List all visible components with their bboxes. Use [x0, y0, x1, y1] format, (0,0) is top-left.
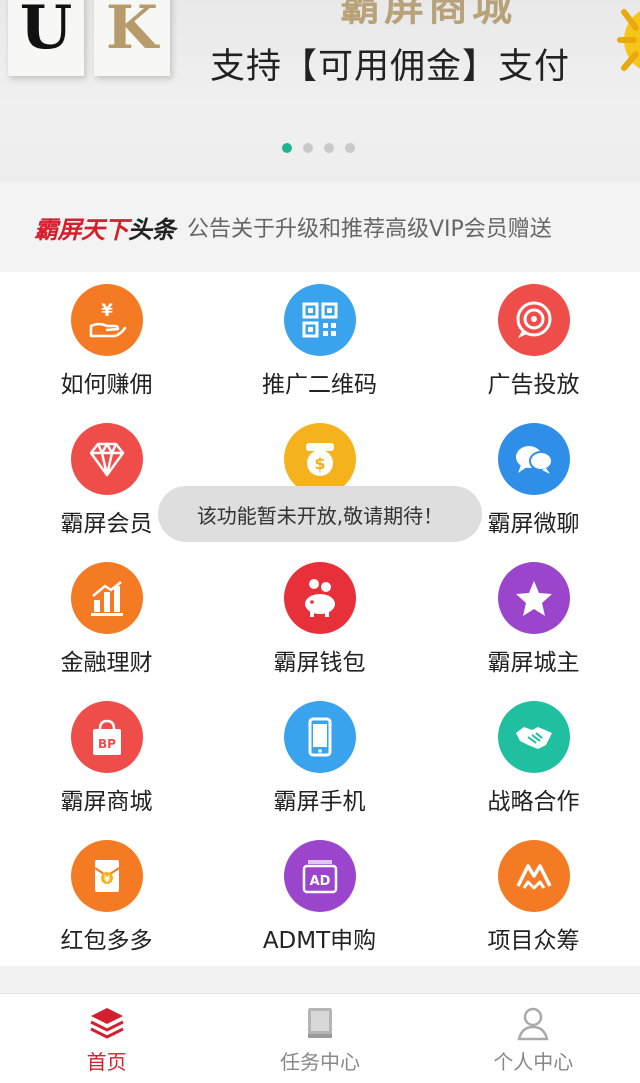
grid-item-label: 项目众筹 — [487, 928, 580, 954]
news-brand-black: 头条 — [128, 215, 176, 244]
handshake-icon — [498, 701, 570, 773]
svg-text:¥: ¥ — [101, 301, 113, 321]
bar-chart-icon — [71, 562, 143, 634]
grid-item-label: 金融理财 — [60, 650, 153, 676]
crowdfund-icon — [498, 840, 570, 912]
banner-tile-u: U — [8, 0, 84, 76]
grid-item-label: 战略合作 — [487, 789, 580, 815]
chat-bubbles-icon — [498, 423, 570, 495]
nav-profile-label: 个人中心 — [493, 1050, 574, 1074]
coin-icon: $ — [284, 423, 356, 495]
nav-home[interactable]: 首页 — [0, 994, 213, 1083]
grid-item-label: ADMT申购 — [262, 928, 377, 954]
promo-banner[interactable]: U K 霸屏商城 支持【可用佣金】支付 — [0, 0, 640, 182]
grid-item-label: 霸屏钱包 — [273, 650, 366, 676]
news-brand-logo: 霸屏天下头条 — [34, 210, 176, 245]
carousel-dot-3[interactable] — [324, 143, 334, 153]
book-icon — [307, 1008, 332, 1038]
nav-task-center-label: 任务中心 — [279, 1050, 360, 1074]
banner-title: 霸屏商城 — [340, 0, 516, 30]
grid-item-finance[interactable]: 金融理财 — [0, 550, 213, 689]
grid-item-wallet[interactable]: 霸屏钱包 — [213, 550, 426, 689]
svg-text:AD: AD — [310, 874, 331, 889]
grid-item-red-packets[interactable]: ¥ 红包多多 — [0, 828, 213, 967]
feature-grid: ¥ 如何赚佣 推广二维码 广告投放 霸屏会员 $ 霸屏微聊 金融理财 霸屏钱包 … — [0, 272, 640, 966]
svg-text:BP: BP — [98, 737, 116, 751]
carousel-dot-2[interactable] — [303, 143, 313, 153]
grid-item-admt-subscribe[interactable]: AD ADMT申购 — [213, 828, 426, 967]
news-brand-red: 霸屏天下 — [34, 215, 129, 244]
grid-item-label: 如何赚佣 — [60, 372, 153, 398]
grid-item-partnership[interactable]: 战略合作 — [427, 689, 640, 828]
carousel-dots — [282, 143, 355, 153]
grid-item-phone[interactable]: 霸屏手机 — [213, 689, 426, 828]
grid-item-label: 霸屏商城 — [60, 789, 153, 815]
phone-icon — [284, 701, 356, 773]
grid-item-label: 霸屏城主 — [487, 650, 580, 676]
sunflower-decoration — [617, 9, 640, 71]
shopping-bag-icon: BP — [71, 701, 143, 773]
grid-item-promo-qrcode[interactable]: 推广二维码 — [213, 272, 426, 411]
toast-message: 该功能暂未开放,敬请期待！ — [158, 486, 482, 542]
svg-text:¥: ¥ — [104, 875, 111, 885]
grid-item-earn-commission[interactable]: ¥ 如何赚佣 — [0, 272, 213, 411]
carousel-dot-1[interactable] — [282, 143, 292, 153]
nav-profile[interactable]: 个人中心 — [427, 994, 640, 1083]
grid-item-ad-placement[interactable]: 广告投放 — [427, 272, 640, 411]
carousel-dot-4[interactable] — [345, 143, 355, 153]
red-packet-icon: ¥ — [71, 840, 143, 912]
nav-home-label: 首页 — [86, 1050, 127, 1074]
ad-icon: AD — [284, 840, 356, 912]
news-headline[interactable]: 公告关于升级和推荐高级VIP会员赠送 — [187, 211, 552, 243]
banner-subtitle: 支持【可用佣金】支付 — [210, 47, 571, 87]
bottom-nav: 首页 任务中心 个人中心 — [0, 993, 640, 1083]
grid-item-label: 推广二维码 — [262, 372, 377, 398]
grid-item-crowdfunding[interactable]: 项目众筹 — [427, 828, 640, 967]
grid-item-label: 广告投放 — [487, 372, 580, 398]
target-icon — [498, 284, 570, 356]
grid-item-label: 霸屏手机 — [273, 789, 366, 815]
news-ticker[interactable]: 霸屏天下头条 公告关于升级和推荐高级VIP会员赠送 — [0, 182, 640, 272]
layers-icon — [89, 1008, 124, 1039]
grid-item-label: 红包多多 — [60, 928, 153, 954]
user-icon — [517, 1007, 549, 1041]
grid-item-mall[interactable]: BP 霸屏商城 — [0, 689, 213, 828]
svg-text:$: $ — [314, 454, 325, 473]
nav-task-center[interactable]: 任务中心 — [213, 994, 426, 1083]
diamond-icon — [71, 423, 143, 495]
star-icon — [498, 562, 570, 634]
piggy-bank-icon — [284, 562, 356, 634]
grid-item-city-lord[interactable]: 霸屏城主 — [427, 550, 640, 689]
banner-tile-k: K — [94, 0, 170, 76]
qrcode-icon — [284, 284, 356, 356]
yen-hand-icon: ¥ — [71, 284, 143, 356]
